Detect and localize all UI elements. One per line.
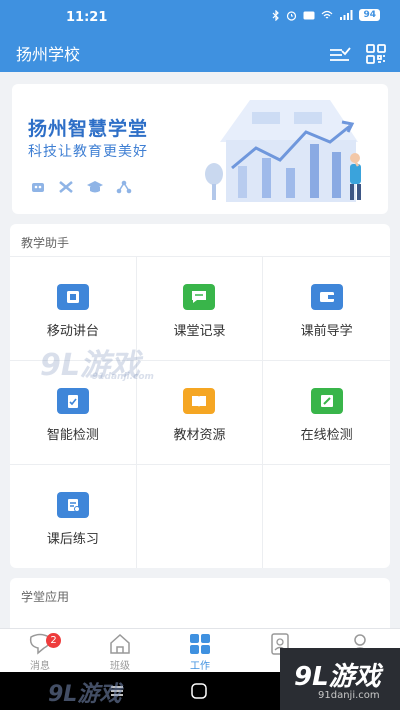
empty-cell xyxy=(136,464,264,568)
section-title: 教学助手 xyxy=(21,236,70,250)
battery-indicator: 94 xyxy=(359,9,380,21)
tool-pre-class-guide[interactable]: 课前导学 xyxy=(263,256,390,360)
tab-label: 工作 xyxy=(190,661,210,672)
status-bar: 11:21 94 xyxy=(0,0,400,36)
banner-subtitle: 科技让教育更美好 xyxy=(28,144,148,160)
bluetooth-icon xyxy=(273,9,280,21)
screen-icon xyxy=(56,284,89,310)
tool-textbook-resources[interactable]: 教材资源 xyxy=(136,360,264,464)
tool-label: 课前导学 xyxy=(300,324,353,339)
graduation-cap-icon xyxy=(87,181,103,193)
tool-online-detection[interactable]: 在线检测 xyxy=(263,360,390,464)
tab-work[interactable]: 工作 xyxy=(160,629,240,672)
app-header: 扬州学校 xyxy=(0,36,400,72)
watermark-site: 91danji.com xyxy=(92,372,154,382)
tool-label: 课堂记录 xyxy=(173,324,226,339)
task-list-button[interactable] xyxy=(326,40,354,68)
watermark-site: 91danji.com xyxy=(318,690,380,701)
section-title: 学堂应用 xyxy=(21,590,70,604)
watermark-brand: 9L游戏 xyxy=(48,682,122,707)
edit-icon xyxy=(310,388,343,414)
grid-icon xyxy=(190,634,210,654)
banner-feature-icons xyxy=(30,180,132,194)
home-circle-icon[interactable] xyxy=(190,682,208,700)
tool-label: 智能检测 xyxy=(46,428,99,443)
watermark-brand: 9L游戏 xyxy=(294,662,381,692)
qr-code-icon xyxy=(366,44,386,64)
banner-title: 扬州智慧学堂 xyxy=(28,118,149,140)
unread-badge: 2 xyxy=(46,633,61,648)
tool-label: 移动讲台 xyxy=(46,324,99,339)
corner-watermark: 9L游戏 91danji.com xyxy=(280,648,400,710)
signal-icon xyxy=(340,10,353,20)
nav-watermark: 9L游戏 xyxy=(48,676,121,708)
document-icon xyxy=(56,492,89,518)
tool-label: 在线检测 xyxy=(300,428,353,443)
tool-after-class-practice[interactable]: 课后练习 xyxy=(10,464,137,568)
tab-label: 班级 xyxy=(110,661,130,672)
robot-icon xyxy=(32,183,44,192)
status-icons: 94 xyxy=(272,9,380,21)
network-icon xyxy=(116,180,132,194)
promo-banner[interactable]: 扬州智慧学堂 科技让教育更美好 xyxy=(12,84,388,214)
alarm-icon xyxy=(287,10,297,21)
tab-class[interactable]: 班级 xyxy=(80,629,160,672)
hd-icon xyxy=(303,11,315,19)
tab-label: 消息 xyxy=(30,661,50,672)
tab-messages[interactable]: 2 消息 xyxy=(0,629,80,672)
scan-button[interactable] xyxy=(362,40,390,68)
teaching-assistant-section: 教学助手 移动讲台 课堂记录 课前导学 智能检测 教材资源 在线检测 课后练习 xyxy=(10,224,390,568)
chat-icon xyxy=(183,284,216,310)
tool-class-record[interactable]: 课堂记录 xyxy=(136,256,264,360)
banner-illustration xyxy=(205,100,361,202)
empty-cell xyxy=(263,464,390,568)
teaching-tools-grid: 移动讲台 课堂记录 课前导学 智能检测 教材资源 在线检测 课后练习 xyxy=(10,256,390,568)
book-icon xyxy=(183,388,216,414)
page-title: 扬州学校 xyxy=(16,45,81,64)
home-icon xyxy=(110,633,130,654)
wifi-icon xyxy=(322,10,333,19)
tool-label: 教材资源 xyxy=(173,428,226,443)
checklist-icon xyxy=(330,47,351,61)
wallet-icon xyxy=(310,284,343,310)
tools-icon xyxy=(59,181,73,193)
tool-label: 课后练习 xyxy=(46,532,99,547)
clipboard-icon xyxy=(56,388,89,414)
status-time: 11:21 xyxy=(66,10,108,25)
